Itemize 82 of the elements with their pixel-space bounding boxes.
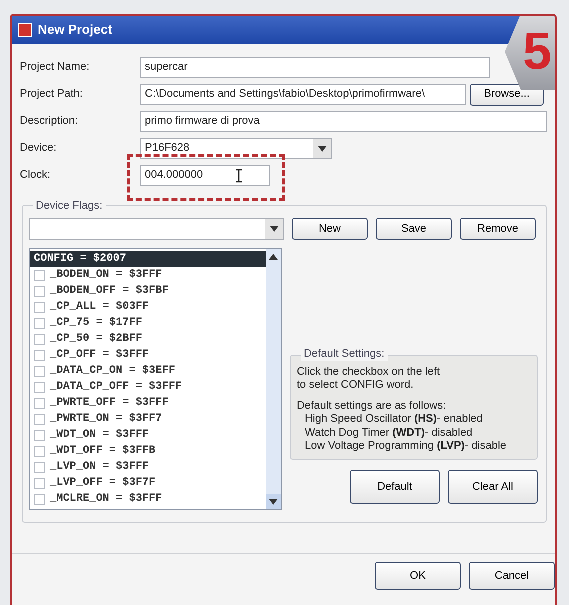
checkbox[interactable] (34, 462, 45, 472)
item-text: _LVP_OFF = $3F7F (50, 476, 156, 491)
list-item[interactable]: _PWRTE_ON = $3FF7 (30, 411, 266, 427)
flag-action-button[interactable]: New (292, 218, 368, 240)
checkbox[interactable] (34, 398, 45, 408)
field-value: 004.000000 (145, 168, 204, 184)
checkbox[interactable] (34, 350, 45, 360)
item-text: _CP_OFF = $3FFF (50, 348, 150, 363)
item-text: _WDT_OFF = $3FFB (50, 444, 156, 459)
scrollbar[interactable] (266, 249, 281, 509)
list-item[interactable]: _WDT_OFF = $3FFB (30, 443, 266, 459)
settings-text: Default settings are as follows: (296, 400, 448, 414)
checkbox[interactable] (34, 382, 45, 392)
checkbox[interactable] (34, 286, 45, 296)
field-label: Project Name: (20, 60, 91, 76)
list-item[interactable]: _PWRTE_OFF = $3FFF (30, 395, 266, 411)
list-item[interactable]: _DATA_CP_OFF = $3FFF (30, 379, 266, 395)
checkbox[interactable] (34, 302, 45, 312)
field-label: Description: (20, 114, 80, 130)
text-field[interactable]: primo firmware di prova (140, 111, 547, 132)
flag-action-button[interactable]: Save (376, 218, 452, 240)
list-item[interactable]: _CP_50 = $2BFF (30, 331, 266, 347)
list-item[interactable]: _BODEN_ON = $3FFF (30, 267, 266, 283)
item-text: CONFIG = $2007 (34, 252, 126, 267)
checkbox[interactable] (34, 318, 45, 328)
list-item[interactable]: _CP_75 = $17FF (30, 315, 266, 331)
list-item[interactable]: _LVP_ON = $3FFF (30, 459, 266, 475)
field-label: Device: (20, 141, 58, 156)
browse-button[interactable]: Browse... (470, 84, 544, 106)
dialog-button[interactable]: OK (375, 562, 461, 590)
list-item[interactable]: CONFIG = $2007 (30, 251, 266, 267)
list-item[interactable]: _CP_OFF = $3FFF (30, 347, 266, 363)
dialog-button[interactable]: Cancel (469, 562, 555, 590)
settings-text: Low Voltage Programming (LVP)- disable (304, 440, 508, 453)
text-field[interactable]: supercar (140, 57, 490, 78)
item-text: _MCLRE_ON = $3FFF (50, 492, 162, 507)
flag-action-button[interactable]: Remove (460, 218, 536, 240)
settings-text: Click the checkbox on the left (296, 366, 442, 380)
checkbox[interactable] (34, 366, 45, 376)
item-text: _DATA_CP_ON = $3EFF (50, 364, 176, 379)
scroll-down-icon[interactable] (266, 494, 281, 509)
checkbox[interactable] (34, 414, 45, 424)
list-item[interactable]: _LVP_OFF = $3F7F (30, 475, 266, 491)
checkbox[interactable] (34, 430, 45, 440)
item-text: _PWRTE_OFF = $3FFF (50, 396, 169, 411)
checkbox[interactable] (34, 478, 45, 488)
field-label: Project Path: (20, 87, 84, 102)
item-text: _CP_ALL = $03FF (50, 300, 150, 315)
list-item[interactable]: _WDT_ON = $3FFF (30, 427, 266, 443)
checkbox[interactable] (34, 334, 45, 344)
app-icon (18, 23, 32, 37)
list-item[interactable]: _BODEN_OFF = $3FBF (30, 283, 266, 299)
checkbox[interactable] (34, 446, 45, 456)
checkbox[interactable] (34, 270, 45, 280)
device-dropdown[interactable]: P16F628 (140, 138, 332, 159)
item-text: _CP_75 = $17FF (50, 316, 142, 331)
item-text: _BODEN_OFF = $3FBF (50, 284, 169, 299)
list-item[interactable]: _DATA_CP_ON = $3EFF (30, 363, 266, 379)
item-text: _BODEN_ON = $3FFF (50, 268, 162, 283)
group-title: Default Settings: (300, 348, 388, 362)
clock-field[interactable]: 004.000000 (140, 165, 270, 186)
text-cursor-icon (235, 168, 243, 182)
window-title: New Project (38, 21, 112, 40)
step-badge: 5 (505, 16, 555, 90)
dropdown-value: P16F628 (145, 141, 190, 156)
list-item[interactable]: _MCLRE_ON = $3FFF (30, 491, 266, 507)
field-label: Clock: (20, 168, 52, 184)
list-item[interactable]: _CP_ALL = $03FF (30, 299, 266, 315)
item-text: _WDT_ON = $3FFF (50, 428, 150, 443)
item-text: _LVP_ON = $3FFF (50, 460, 150, 475)
settings-text: High Speed Oscillator (HS)- enabled (304, 413, 484, 427)
item-text: _PWRTE_ON = $3FF7 (50, 412, 162, 427)
item-text: _CP_50 = $2BFF (50, 332, 142, 347)
group-title: Device Flags: (33, 198, 106, 214)
settings-button[interactable]: Default (350, 470, 440, 504)
checkbox[interactable] (34, 494, 45, 504)
settings-text: Watch Dog Timer (WDT)- disabled (304, 426, 474, 440)
flag-list[interactable] (29, 248, 282, 510)
text-field[interactable]: C:\Documents and Settings\fabio\Desktop\primofirmware\ (140, 84, 466, 105)
settings-text: to select CONFIG word. (296, 379, 415, 392)
item-text: _DATA_CP_OFF = $3FFF (50, 380, 182, 395)
settings-button[interactable]: Clear All (448, 470, 538, 504)
